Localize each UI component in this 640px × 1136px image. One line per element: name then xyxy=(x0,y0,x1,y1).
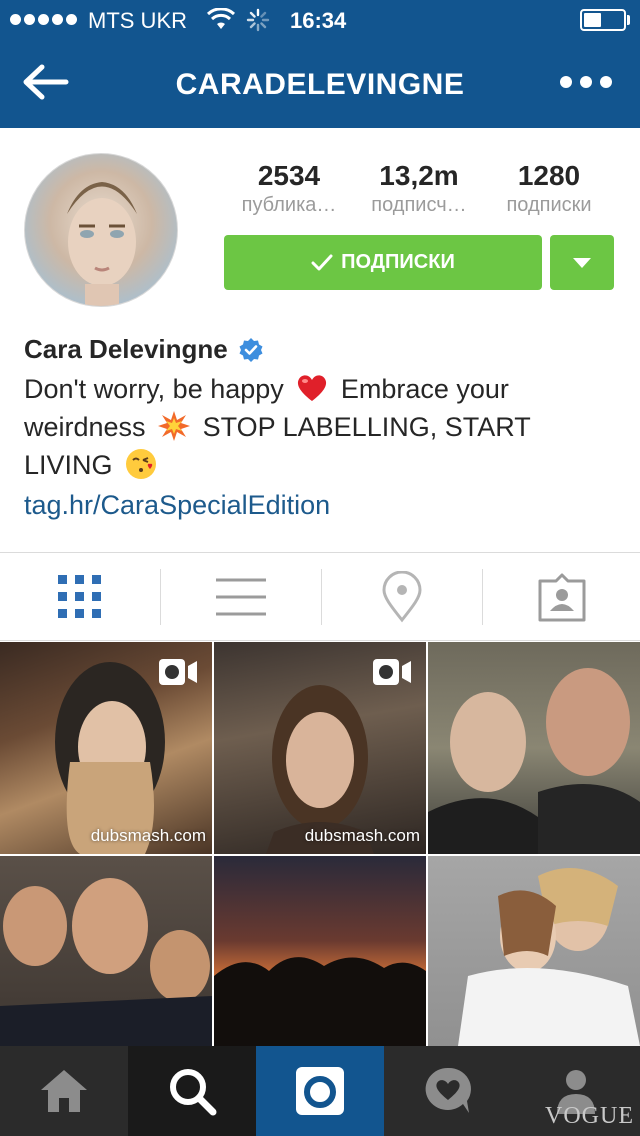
video-icon xyxy=(373,659,411,685)
tab-home[interactable] xyxy=(0,1046,128,1136)
video-icon xyxy=(159,659,197,685)
stat-following[interactable]: 1280 подписки xyxy=(484,160,614,218)
kissing-face-emoji-icon xyxy=(126,448,157,479)
status-bar: MTS UKR 16:34 xyxy=(0,0,640,40)
profile-name-row: Cara Delevingne xyxy=(24,334,264,365)
nav-bar: CARADELEVINGNE xyxy=(0,40,640,128)
tab-grid[interactable] xyxy=(0,553,160,641)
post-thumbnail[interactable]: dubsmash.com xyxy=(0,642,212,854)
profile-username-title: CARADELEVINGNE xyxy=(175,68,465,101)
more-options-icon[interactable] xyxy=(560,76,612,88)
vogue-watermark: VOGUE xyxy=(545,1103,634,1129)
followers-count: 13,2m xyxy=(379,160,459,191)
stat-posts[interactable]: 2534 публика… xyxy=(224,160,354,218)
tab-tagged[interactable] xyxy=(483,553,640,641)
list-icon xyxy=(216,578,266,616)
post-thumbnail[interactable] xyxy=(428,856,640,1068)
checkmark-icon xyxy=(311,254,333,270)
post-thumbnail[interactable]: dubsmash.com xyxy=(214,642,426,854)
signal-strength-icon xyxy=(10,14,77,25)
camera-icon xyxy=(296,1067,344,1115)
tab-camera[interactable] xyxy=(256,1046,384,1136)
tab-list[interactable] xyxy=(161,553,321,641)
bio-text-1: Don't worry, be happy xyxy=(24,374,284,404)
post-thumbnail[interactable] xyxy=(0,856,212,1068)
profile-view-tabs xyxy=(0,553,640,641)
collision-emoji-icon xyxy=(158,410,191,441)
tab-search[interactable] xyxy=(128,1046,256,1136)
post-thumbnail[interactable] xyxy=(428,642,640,854)
post-image xyxy=(428,668,640,854)
avatar-portrait xyxy=(67,182,137,306)
battery-tip xyxy=(627,15,630,25)
followers-label: подписч… xyxy=(371,194,467,216)
home-icon xyxy=(41,1070,87,1112)
carrier-name: MTS UKR xyxy=(88,8,187,33)
profile-website-link[interactable]: tag.hr/CaraSpecialEdition xyxy=(24,490,330,521)
battery-level xyxy=(584,13,601,27)
posts-count: 2534 xyxy=(257,160,321,191)
location-pin-icon xyxy=(382,571,422,623)
post-watermark: dubsmash.com xyxy=(304,826,420,845)
back-arrow-icon[interactable] xyxy=(20,62,70,102)
battery-icon xyxy=(580,9,626,31)
post-watermark: dubsmash.com xyxy=(90,826,206,845)
stat-followers[interactable]: 13,2m подписч… xyxy=(354,160,484,218)
following-label: подписки xyxy=(506,194,592,216)
bottom-tab-bar: VOGUE xyxy=(0,1046,640,1136)
tab-location[interactable] xyxy=(322,553,482,641)
profile-bio: Don't worry, be happy Embrace your weird… xyxy=(24,370,614,484)
wifi-icon xyxy=(206,8,236,29)
suggestions-dropdown-button[interactable] xyxy=(550,235,614,290)
app-header: MTS UKR 16:34 CARADELEVINGNE xyxy=(0,0,640,128)
post-image xyxy=(0,878,212,1046)
tab-activity[interactable] xyxy=(384,1046,512,1136)
clock: 16:34 xyxy=(290,8,347,33)
following-button-label: ПОДПИСКИ xyxy=(341,251,455,273)
grid-icon xyxy=(58,575,101,618)
red-heart-emoji-icon xyxy=(298,375,327,401)
caret-down-icon xyxy=(573,258,591,268)
post-image xyxy=(458,868,640,1046)
post-image xyxy=(214,957,426,1046)
profile-full-name: Cara Delevingne xyxy=(24,334,228,364)
loading-spinner-icon xyxy=(246,8,270,32)
verified-badge-icon xyxy=(239,337,263,362)
post-thumbnail[interactable] xyxy=(214,856,426,1068)
posts-label: публика… xyxy=(241,194,337,216)
following-button[interactable]: ПОДПИСКИ xyxy=(224,235,542,290)
following-count: 1280 xyxy=(517,160,581,191)
search-icon xyxy=(170,1069,217,1116)
post-grid: dubsmash.com dubsmash.com xyxy=(0,641,640,1068)
tagged-person-icon xyxy=(538,573,586,622)
avatar[interactable] xyxy=(24,153,178,307)
activity-heart-icon xyxy=(425,1067,471,1113)
